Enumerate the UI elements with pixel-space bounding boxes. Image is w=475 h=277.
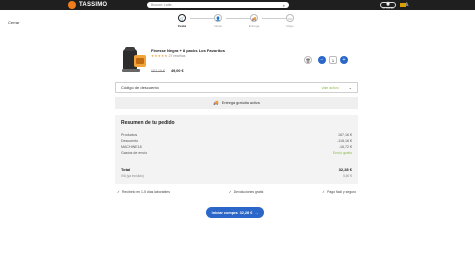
trash-icon: 🗑 [305,57,311,63]
cart-icon: 🛒 [178,14,186,22]
quantity-stepper: − 1 + [318,56,348,64]
product-name[interactable]: Finesse Negra + 8 packs Los Favoritos [151,48,225,53]
order-summary: Resumen de tu pedido Productos 167,16 € … [115,115,358,184]
top-bar: TASSIMO Buscar: Latte, ⌕ ◉ Mi cuenta ♙ 0 [0,0,475,10]
old-price: 167,16 € [151,69,165,73]
close-link[interactable]: Cerrar [8,20,19,25]
increase-quantity-button[interactable]: + [340,56,348,64]
summary-vat: IVA (ya incluido) 5,60 € [121,174,352,178]
step-login[interactable]: 👤 Iniciar [206,14,230,28]
truck-icon: 🚚 [213,100,219,105]
discount-status: Vale activo [321,85,339,90]
arrow-right-icon: → [254,210,259,215]
summary-row: MACHINE18 -16,72 € [121,145,352,149]
benefit-item: ✓ Devoluciones gratis [228,190,264,194]
benefits-row: ✓ Recíbelo en 1-5 días laborables ✓ Devo… [115,188,358,196]
step-label: Cesta [177,24,187,28]
summary-row: Descuento -118,16 € [121,139,352,143]
summary-total: Total 32,28 € [121,167,352,172]
benefit-item: ✓ Pago fácil y seguro [322,190,356,194]
free-delivery-banner: 🚚 Entrega gratuita activa [115,97,358,109]
remove-item-button[interactable]: 🗑 [304,56,312,64]
decrease-quantity-button[interactable]: − [318,56,326,64]
cart-item: Finesse Negra + 8 packs Los Favoritos ★★… [120,45,356,77]
new-price: 49,00 € [171,69,184,73]
benefit-item: ✓ Recíbelo en 1-5 días laborables [117,190,170,194]
step-payment[interactable]: ▭ Pago [278,14,302,28]
user-icon: 👤 [214,14,222,22]
search-placeholder: Buscar: Latte, [151,3,173,7]
check-icon: ✓ [228,190,232,194]
brand-name: TASSIMO [79,2,108,8]
check-icon: ✓ [322,190,326,194]
brand-logo[interactable]: TASSIMO [68,1,107,9]
cart-pill[interactable]: 0 [380,2,396,8]
product-rating: ★★★★★ 27 reseñas [151,54,185,58]
card-icon: ▭ [286,14,294,22]
product-image[interactable] [120,45,148,75]
search-icon[interactable]: ⌕ [283,3,285,8]
step-label: Iniciar [213,24,222,28]
check-icon: ✓ [117,190,121,194]
truck-icon: 🚚 [250,14,258,22]
step-cart[interactable]: 🛒 Cesta [170,14,194,28]
checkout-stepper: 🛒 Cesta 👤 Iniciar 🚚 Entrega ▭ Pago [170,14,310,32]
summary-row: Productos 167,16 € [121,133,352,137]
language-flag-icon[interactable] [400,3,406,7]
discount-code-accordion[interactable]: Código de descuento Vale activo ⌄ [115,82,358,93]
brand-mark-icon [68,1,76,9]
coffee-pack-icon [134,55,146,67]
start-checkout-button[interactable]: Iniciar compra 32,28 € → [206,207,264,218]
review-count: 27 reseñas [168,54,186,58]
discount-label: Código de descuento [121,85,159,90]
step-label: Pago [286,24,294,28]
search-input[interactable]: Buscar: Latte, ⌕ [147,2,289,8]
summary-title: Resumen de tu pedido [121,120,175,126]
step-delivery[interactable]: 🚚 Entrega [242,14,266,28]
delivery-text: Entrega gratuita activa [221,101,260,105]
chevron-down-icon: ⌄ [348,85,352,90]
step-label: Entrega [248,24,260,28]
summary-row: Gastos de envío Envío gratis [121,151,352,155]
star-rating-icon: ★★★★★ [151,54,168,58]
cta-amount: 32,28 € [239,210,253,215]
cta-label: Iniciar compra [211,210,238,215]
quantity-value[interactable]: 1 [329,56,337,64]
